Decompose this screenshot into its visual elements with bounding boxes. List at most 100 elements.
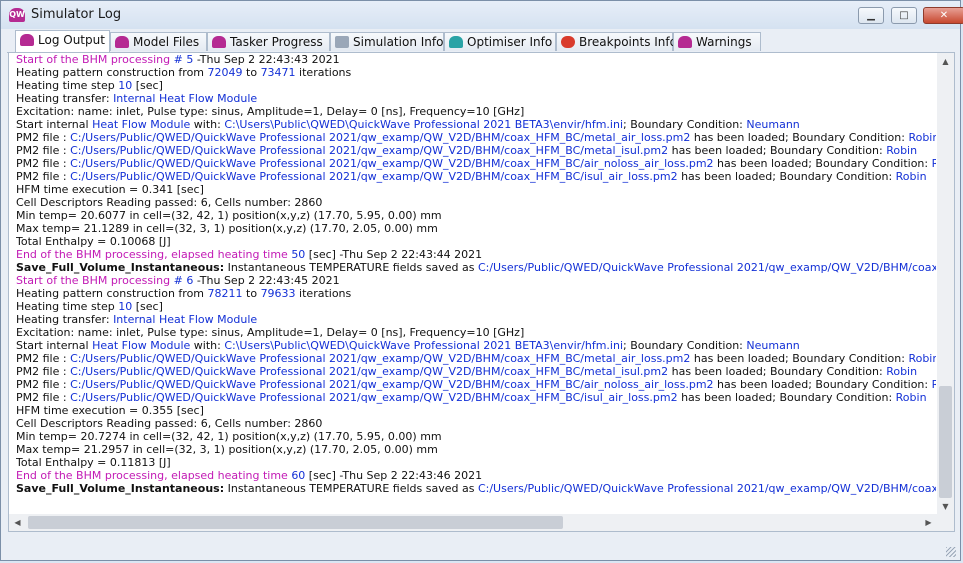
resize-grip-icon[interactable]: [946, 547, 956, 557]
log-segment: [sec] -Thu Sep 2 22:43:46 2021: [305, 469, 483, 482]
log-segment: 79633: [260, 287, 296, 300]
log-segment: has been loaded; Boundary Condition:: [713, 378, 932, 391]
log-segment: Robin: [886, 144, 918, 157]
tab-label: Breakpoints Info: [579, 35, 677, 49]
log-segment: PM2 file :: [16, 365, 71, 378]
tab-optimiser-info[interactable]: Optimiser Info: [444, 32, 556, 51]
log-segment: with:: [190, 339, 225, 352]
log-line: Min temp= 20.7274 in cell=(32, 42, 1) po…: [16, 430, 936, 443]
log-line: HFM time execution = 0.341 [sec]: [16, 183, 936, 196]
log-segment: Heat Flow Module: [92, 339, 191, 352]
tab-tasker-progress[interactable]: Tasker Progress: [207, 32, 330, 51]
log-line: Save_Full_Volume_Instantaneous: Instanta…: [16, 482, 936, 495]
log-output-text[interactable]: Start of the BHM processing # 5 -Thu Sep…: [16, 53, 936, 513]
breakpoint-icon: [561, 36, 575, 48]
scroll-left-icon[interactable]: ◀: [9, 514, 26, 531]
log-segment: Internal Heat Flow Module: [113, 313, 258, 326]
log-segment: Save_Full_Volume_Instantaneous:: [16, 482, 225, 495]
tab-warnings[interactable]: Warnings: [673, 32, 761, 51]
log-line: Heating pattern construction from 72049 …: [16, 66, 936, 79]
simulator-log-window: QW Simulator Log ▁ □ ✕ Log Output Model …: [0, 0, 963, 561]
vertical-scroll-thumb[interactable]: [939, 386, 952, 498]
tab-label: Tasker Progress: [230, 35, 323, 49]
log-segment: Instantaneous TEMPERATURE fields saved a…: [224, 482, 478, 495]
log-segment: has been loaded; Boundary Condition:: [677, 391, 896, 404]
log-segment: iterations: [295, 66, 352, 79]
log-segment: Start internal: [16, 118, 93, 131]
log-segment: Heating pattern construction from: [16, 287, 208, 300]
log-segment: PM2 file :: [16, 170, 71, 183]
log-segment: has been loaded; Boundary Condition:: [690, 131, 909, 144]
log-segment: Heating transfer:: [16, 92, 114, 105]
log-segment: PM2 file :: [16, 378, 71, 391]
log-segment: Cell Descriptors Reading passed: 6, Cell…: [16, 196, 323, 209]
scroll-up-icon[interactable]: ▲: [937, 53, 954, 70]
tab-label: Optimiser Info: [467, 35, 553, 49]
log-segment: PM2 file :: [16, 157, 71, 170]
log-segment: Robin: [886, 365, 918, 378]
log-segment: HFM time execution = 0.355 [sec]: [16, 404, 204, 417]
qw-logo-icon: [115, 36, 129, 48]
log-segment: C:\Users\Public\QWED\QuickWave Professio…: [224, 118, 624, 131]
log-line: End of the BHM processing, elapsed heati…: [16, 248, 936, 261]
qw-logo-icon: [20, 34, 34, 46]
log-segment: [sec]: [132, 79, 163, 92]
log-segment: Internal Heat Flow Module: [113, 92, 258, 105]
log-segment: C:\Users\Public\QWED\QuickWave Professio…: [224, 339, 624, 352]
log-line: Max temp= 21.1289 in cell=(32, 3, 1) pos…: [16, 222, 936, 235]
log-segment: C:/Users/Public/QWED/QuickWave Professio…: [70, 144, 669, 157]
log-segment: has been loaded; Boundary Condition:: [668, 144, 887, 157]
log-line: Max temp= 21.2957 in cell=(32, 3, 1) pos…: [16, 443, 936, 456]
log-panel: Start of the BHM processing # 5 -Thu Sep…: [8, 52, 955, 532]
log-segment: Heat Flow Module: [92, 118, 191, 131]
log-segment: PM2 file :: [16, 352, 71, 365]
log-segment: Start of the BHM processing: [16, 53, 171, 66]
log-segment: End of the BHM processing, elapsed heati…: [16, 248, 292, 261]
close-button[interactable]: ✕: [923, 7, 963, 24]
log-line: Excitation: name: inlet, Pulse type: sin…: [16, 105, 936, 118]
log-segment: 50: [291, 248, 306, 261]
log-line: Save_Full_Volume_Instantaneous: Instanta…: [16, 261, 936, 274]
scroll-right-icon[interactable]: ▶: [920, 514, 937, 531]
log-segment: Neumann: [746, 118, 800, 131]
log-segment: PM2 file :: [16, 131, 71, 144]
tab-simulation-info[interactable]: Simulation Info: [330, 32, 444, 51]
tab-model-files[interactable]: Model Files: [110, 32, 207, 51]
title-bar[interactable]: QW Simulator Log ▁ □ ✕: [1, 1, 963, 29]
log-segment: iterations: [295, 287, 352, 300]
log-line: PM2 file : C:/Users/Public/QWED/QuickWav…: [16, 157, 936, 170]
log-segment: to: [242, 287, 261, 300]
log-segment: Excitation: name: inlet, Pulse type: sin…: [16, 105, 525, 118]
log-segment: Save_Full_Volume_Instantaneous:: [16, 261, 225, 274]
log-segment: [sec] -Thu Sep 2 22:43:44 2021: [305, 248, 483, 261]
tab-breakpoints-info[interactable]: Breakpoints Info: [556, 32, 677, 51]
log-line: Start internal Heat Flow Module with: C:…: [16, 118, 936, 131]
log-line: Cell Descriptors Reading passed: 6, Cell…: [16, 417, 936, 430]
log-segment: Heating time step: [16, 79, 119, 92]
log-segment: -Thu Sep 2 22:43:43 2021: [196, 53, 340, 66]
horizontal-scrollbar[interactable]: ◀ ▶: [9, 514, 937, 531]
log-segment: Max temp= 21.2957 in cell=(32, 3, 1) pos…: [16, 443, 438, 456]
log-line: HFM time execution = 0.355 [sec]: [16, 404, 936, 417]
scroll-down-icon[interactable]: ▼: [937, 498, 954, 515]
log-segment: 78211: [207, 287, 243, 300]
log-line: Heating time step 10 [sec]: [16, 79, 936, 92]
log-line: Total Enthalpy = 0.10068 [J]: [16, 235, 936, 248]
log-segment: Total Enthalpy = 0.11813 [J]: [16, 456, 171, 469]
log-line: Total Enthalpy = 0.11813 [J]: [16, 456, 936, 469]
log-segment: # 6: [170, 274, 197, 287]
horizontal-scroll-thumb[interactable]: [28, 516, 563, 529]
log-segment: C:/Users/Public/QWED/QuickWave Professio…: [477, 261, 936, 274]
minimize-button[interactable]: ▁: [858, 7, 884, 24]
log-segment: PM2 file :: [16, 391, 71, 404]
log-segment: Max temp= 21.1289 in cell=(32, 3, 1) pos…: [16, 222, 438, 235]
log-segment: C:/Users/Public/QWED/QuickWave Professio…: [70, 170, 678, 183]
log-segment: Min temp= 20.7274 in cell=(32, 42, 1) po…: [16, 430, 442, 443]
log-segment: with:: [190, 118, 225, 131]
log-line: PM2 file : C:/Users/Public/QWED/QuickWav…: [16, 131, 936, 144]
vertical-scrollbar[interactable]: ▲ ▼: [937, 53, 954, 515]
log-segment: has been loaded; Boundary Condition:: [677, 170, 896, 183]
log-line: Excitation: name: inlet, Pulse type: sin…: [16, 326, 936, 339]
tab-log-output[interactable]: Log Output: [15, 30, 110, 53]
maximize-button[interactable]: □: [891, 7, 917, 24]
